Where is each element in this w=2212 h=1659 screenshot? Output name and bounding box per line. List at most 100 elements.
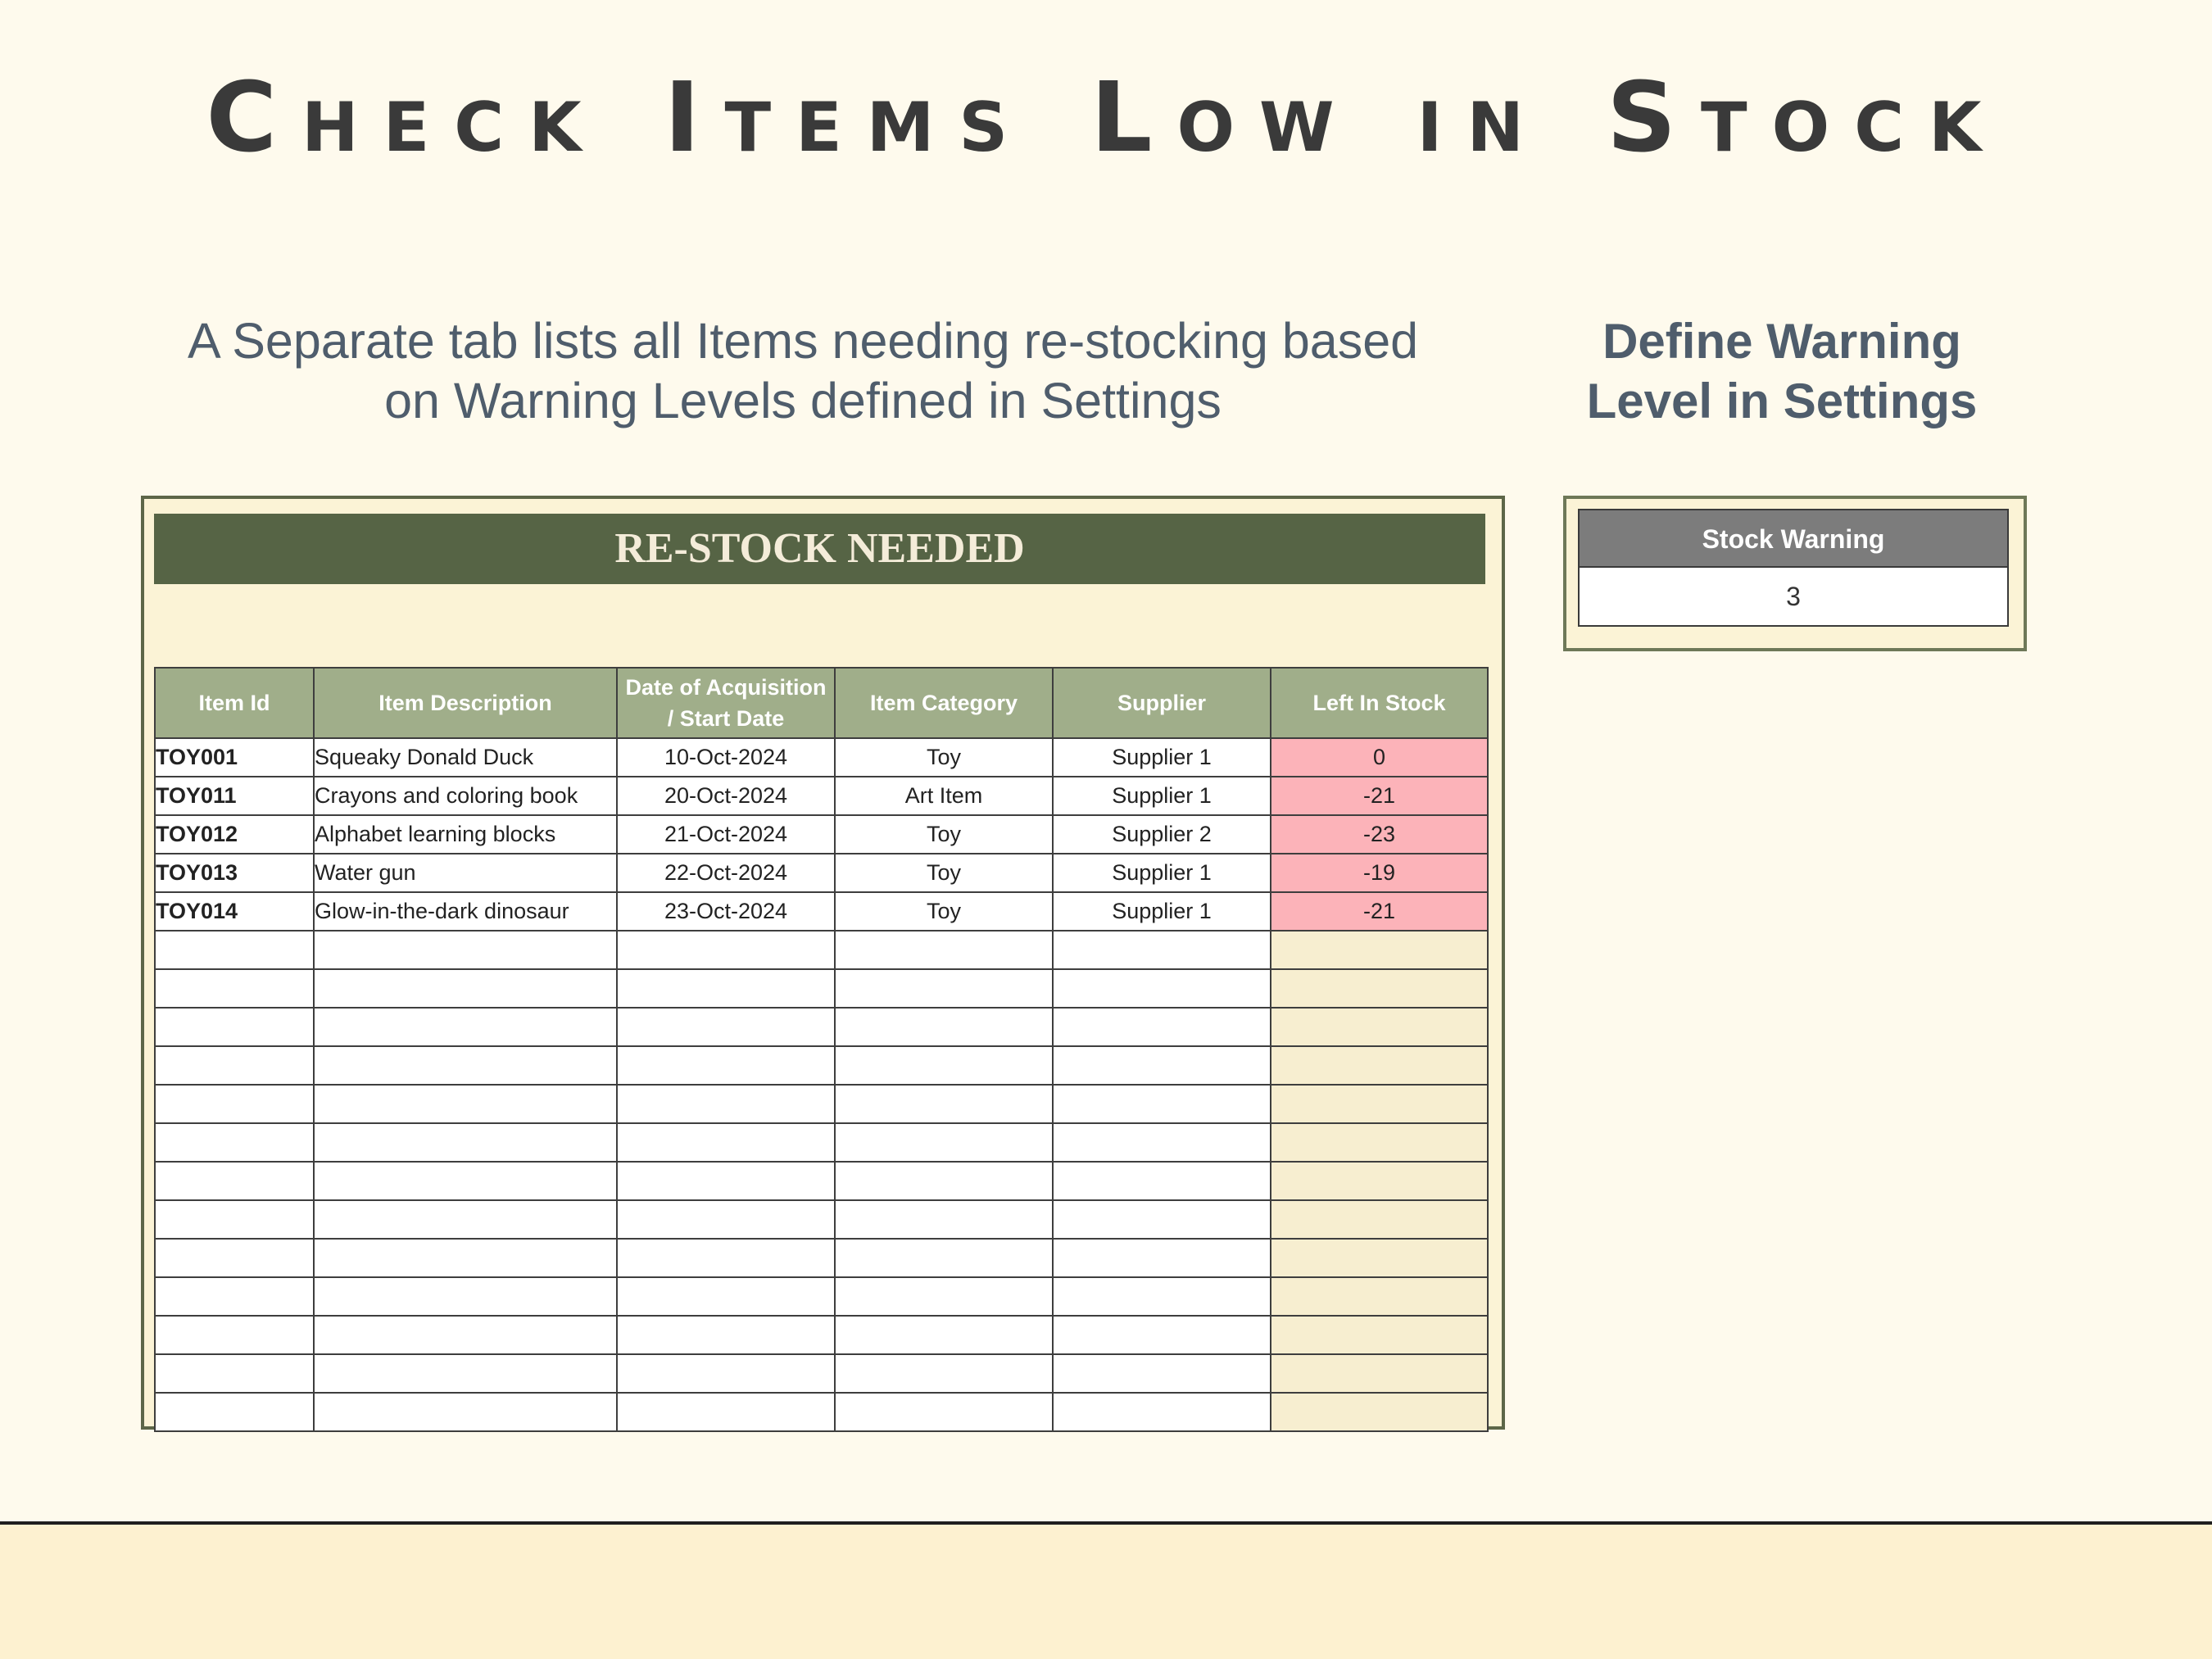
stock-warning-value[interactable]: 3 (1578, 568, 2009, 627)
empty-cell[interactable] (154, 1199, 315, 1240)
empty-cell[interactable] (834, 1084, 1054, 1124)
cell-supplier[interactable]: Supplier 1 (1052, 737, 1271, 777)
cell-item-category[interactable]: Toy (834, 814, 1054, 854)
empty-cell[interactable] (1052, 1238, 1271, 1278)
empty-cell[interactable] (313, 968, 618, 1009)
empty-cell[interactable] (834, 1392, 1054, 1432)
empty-cell[interactable] (1052, 1007, 1271, 1047)
empty-cell[interactable] (1270, 1084, 1489, 1124)
column-header-left-in-stock[interactable]: Left In Stock (1270, 667, 1489, 739)
cell-supplier[interactable]: Supplier 2 (1052, 814, 1271, 854)
cell-left-in-stock[interactable]: -21 (1270, 776, 1489, 816)
empty-cell[interactable] (313, 1122, 618, 1163)
cell-date[interactable]: 21-Oct-2024 (616, 814, 836, 854)
empty-cell[interactable] (1270, 930, 1489, 970)
cell-item-category[interactable]: Toy (834, 737, 1054, 777)
empty-cell[interactable] (616, 1045, 836, 1086)
empty-cell[interactable] (154, 1353, 315, 1394)
cell-item-description[interactable]: Glow-in-the-dark dinosaur (313, 891, 618, 931)
empty-cell[interactable] (834, 1353, 1054, 1394)
empty-cell[interactable] (313, 1045, 618, 1086)
empty-cell[interactable] (834, 930, 1054, 970)
empty-cell[interactable] (834, 1315, 1054, 1355)
empty-cell[interactable] (834, 1161, 1054, 1201)
cell-date[interactable]: 10-Oct-2024 (616, 737, 836, 777)
empty-cell[interactable] (154, 1007, 315, 1047)
empty-cell[interactable] (1270, 1161, 1489, 1201)
empty-cell[interactable] (1052, 1084, 1271, 1124)
cell-item-id[interactable]: TOY013 (154, 853, 315, 893)
empty-cell[interactable] (1270, 1392, 1489, 1432)
cell-item-id[interactable]: TOY014 (154, 891, 315, 931)
empty-cell[interactable] (616, 1353, 836, 1394)
cell-left-in-stock[interactable]: -21 (1270, 891, 1489, 931)
cell-item-id[interactable]: TOY011 (154, 776, 315, 816)
empty-cell[interactable] (834, 1199, 1054, 1240)
cell-supplier[interactable]: Supplier 1 (1052, 853, 1271, 893)
column-header-item-description[interactable]: Item Description (313, 667, 618, 739)
empty-cell[interactable] (154, 1276, 315, 1317)
cell-supplier[interactable]: Supplier 1 (1052, 776, 1271, 816)
empty-cell[interactable] (313, 1276, 618, 1317)
empty-cell[interactable] (313, 1353, 618, 1394)
cell-item-description[interactable]: Water gun (313, 853, 618, 893)
empty-cell[interactable] (616, 1392, 836, 1432)
empty-cell[interactable] (313, 1238, 618, 1278)
empty-cell[interactable] (1270, 968, 1489, 1009)
empty-cell[interactable] (154, 968, 315, 1009)
empty-cell[interactable] (834, 1122, 1054, 1163)
empty-cell[interactable] (154, 1315, 315, 1355)
empty-cell[interactable] (834, 1045, 1054, 1086)
cell-item-category[interactable]: Art Item (834, 776, 1054, 816)
cell-supplier[interactable]: Supplier 1 (1052, 891, 1271, 931)
empty-cell[interactable] (834, 1238, 1054, 1278)
empty-cell[interactable] (154, 1238, 315, 1278)
empty-cell[interactable] (616, 1315, 836, 1355)
column-header-date[interactable]: Date of Acquisition / Start Date (616, 667, 836, 739)
empty-cell[interactable] (313, 1161, 618, 1201)
empty-cell[interactable] (1270, 1315, 1489, 1355)
empty-cell[interactable] (154, 1161, 315, 1201)
empty-cell[interactable] (1270, 1199, 1489, 1240)
empty-cell[interactable] (1270, 1238, 1489, 1278)
cell-item-id[interactable]: TOY001 (154, 737, 315, 777)
empty-cell[interactable] (1052, 968, 1271, 1009)
empty-cell[interactable] (313, 1084, 618, 1124)
cell-item-description[interactable]: Alphabet learning blocks (313, 814, 618, 854)
column-header-supplier[interactable]: Supplier (1052, 667, 1271, 739)
empty-cell[interactable] (313, 1199, 618, 1240)
empty-cell[interactable] (834, 1007, 1054, 1047)
empty-cell[interactable] (313, 1007, 618, 1047)
empty-cell[interactable] (1052, 1161, 1271, 1201)
empty-cell[interactable] (154, 1122, 315, 1163)
cell-item-category[interactable]: Toy (834, 891, 1054, 931)
cell-date[interactable]: 22-Oct-2024 (616, 853, 836, 893)
empty-cell[interactable] (313, 1392, 618, 1432)
empty-cell[interactable] (1052, 1199, 1271, 1240)
empty-cell[interactable] (834, 1276, 1054, 1317)
cell-left-in-stock[interactable]: -19 (1270, 853, 1489, 893)
empty-cell[interactable] (616, 930, 836, 970)
empty-cell[interactable] (1052, 1315, 1271, 1355)
empty-cell[interactable] (616, 1199, 836, 1240)
empty-cell[interactable] (154, 930, 315, 970)
empty-cell[interactable] (616, 1122, 836, 1163)
empty-cell[interactable] (616, 968, 836, 1009)
column-header-item-category[interactable]: Item Category (834, 667, 1054, 739)
empty-cell[interactable] (1052, 1392, 1271, 1432)
empty-cell[interactable] (1270, 1045, 1489, 1086)
cell-item-category[interactable]: Toy (834, 853, 1054, 893)
empty-cell[interactable] (1270, 1276, 1489, 1317)
empty-cell[interactable] (1052, 1276, 1271, 1317)
cell-date[interactable]: 20-Oct-2024 (616, 776, 836, 816)
empty-cell[interactable] (154, 1045, 315, 1086)
empty-cell[interactable] (1052, 1353, 1271, 1394)
empty-cell[interactable] (313, 1315, 618, 1355)
empty-cell[interactable] (616, 1276, 836, 1317)
empty-cell[interactable] (1052, 1122, 1271, 1163)
empty-cell[interactable] (1270, 1353, 1489, 1394)
cell-left-in-stock[interactable]: 0 (1270, 737, 1489, 777)
empty-cell[interactable] (616, 1238, 836, 1278)
empty-cell[interactable] (154, 1392, 315, 1432)
column-header-item-id[interactable]: Item Id (154, 667, 315, 739)
